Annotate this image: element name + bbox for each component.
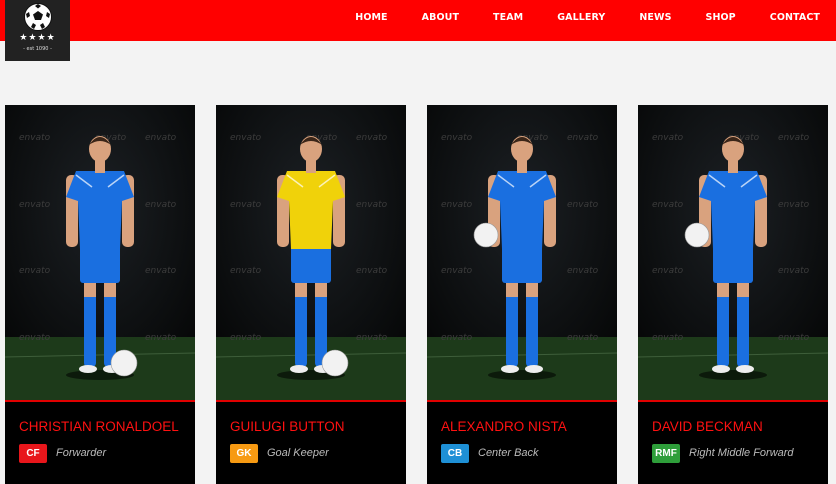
pitch-grass	[216, 337, 406, 401]
watermark-text: envato	[778, 266, 810, 276]
pitch-grass	[427, 337, 617, 401]
soccer-ball-icon	[684, 222, 710, 248]
watermark-text: envato	[230, 200, 262, 210]
player-leg-right	[526, 287, 538, 367]
position-badge: GK	[230, 444, 258, 463]
player-info: DAVID BECKMAN RMF Right Middle Forward	[638, 402, 828, 484]
player-name[interactable]: GUILUGI BUTTON	[230, 419, 345, 434]
player-info: ALEXANDRO NISTA CB Center Back	[427, 402, 617, 484]
player-shadow	[699, 370, 767, 380]
player-shorts	[80, 245, 120, 283]
watermark-text: envato	[441, 200, 473, 210]
position-badge: RMF	[652, 444, 680, 463]
player-position: Forwarder	[56, 447, 107, 459]
player-leg-left	[84, 287, 96, 367]
nav-gallery[interactable]: GALLERY	[557, 12, 605, 23]
player-boot-left	[290, 365, 308, 373]
soccer-ball-icon	[473, 222, 499, 248]
nav-about[interactable]: ABOUT	[422, 12, 459, 23]
position-badge: CF	[19, 444, 47, 463]
nav-news[interactable]: NEWS	[639, 12, 671, 23]
nav-shop[interactable]: SHOP	[706, 12, 736, 23]
watermark-text: envato	[19, 200, 51, 210]
player-name[interactable]: DAVID BECKMAN	[652, 419, 763, 434]
pitch-grass	[5, 337, 195, 401]
watermark-text: envato	[567, 333, 599, 343]
player-card[interactable]: envato envato envato envato envato envato enva…	[216, 105, 406, 484]
club-logo[interactable]: ★★★★ - est 1090 -	[5, 0, 70, 61]
watermark-text: envato	[19, 266, 51, 276]
player-boot-left	[79, 365, 97, 373]
main-menu: HOME ABOUT TEAM GALLERY NEWS SHOP CONTAC…	[355, 12, 820, 23]
soccer-ball-icon	[110, 349, 138, 377]
player-boot-right	[736, 365, 754, 373]
watermark-text: envato	[778, 333, 810, 343]
player-leg-left	[295, 287, 307, 367]
player-position: Right Middle Forward	[689, 447, 794, 459]
watermark-text: envato	[145, 333, 177, 343]
watermark-text: envato	[652, 200, 684, 210]
nav-home[interactable]: HOME	[355, 12, 387, 23]
player-photo: envato envato envato envato envato envato enva…	[638, 105, 828, 401]
watermark-text: envato	[356, 333, 388, 343]
player-name[interactable]: CHRISTIAN RONALDOEL	[19, 419, 179, 434]
watermark-text: envato	[145, 200, 177, 210]
watermark-text: envato	[778, 200, 810, 210]
player-position: Center Back	[478, 447, 539, 459]
nav-contact[interactable]: CONTACT	[770, 12, 820, 23]
watermark-text: envato	[356, 266, 388, 276]
player-leg-left	[717, 287, 729, 367]
watermark-text: envato	[652, 133, 684, 143]
player-leg-left	[506, 287, 518, 367]
player-info: GUILUGI BUTTON GK Goal Keeper	[216, 402, 406, 484]
soccer-ball-icon	[321, 349, 349, 377]
watermark-text: envato	[230, 133, 262, 143]
player-boot-right	[525, 365, 543, 373]
pitch-grass	[638, 337, 828, 401]
position-badge: CB	[441, 444, 469, 463]
player-photo: envato envato envato envato envato envato enva…	[216, 105, 406, 401]
watermark-text: envato	[356, 200, 388, 210]
player-position: Goal Keeper	[267, 447, 329, 459]
watermark-text: envato	[356, 133, 388, 143]
watermark-text: envato	[567, 133, 599, 143]
watermark-text: envato	[145, 266, 177, 276]
player-shadow	[488, 370, 556, 380]
watermark-text: envato	[441, 333, 473, 343]
watermark-text: envato	[145, 133, 177, 143]
player-boot-left	[501, 365, 519, 373]
watermark-text: envato	[652, 266, 684, 276]
player-name[interactable]: ALEXANDRO NISTA	[441, 419, 567, 434]
watermark-text: envato	[778, 133, 810, 143]
watermark-text: envato	[19, 333, 51, 343]
logo-established-text: - est 1090 -	[23, 46, 52, 52]
soccer-ball-icon	[23, 3, 52, 31]
logo-stars: ★★★★	[19, 32, 56, 42]
watermark-text: envato	[652, 333, 684, 343]
watermark-text: envato	[19, 133, 51, 143]
watermark-text: envato	[567, 266, 599, 276]
watermark-text: envato	[230, 333, 262, 343]
player-shorts	[502, 245, 542, 283]
player-info: CHRISTIAN RONALDOEL CF Forwarder	[5, 402, 195, 484]
player-shorts	[713, 245, 753, 283]
player-shorts	[291, 245, 331, 283]
player-card[interactable]: envato envato envato envato envato envato enva…	[5, 105, 195, 484]
player-photo: envato envato envato envato envato envato enva…	[427, 105, 617, 401]
watermark-text: envato	[441, 133, 473, 143]
player-card[interactable]: envato envato envato envato envato envato enva…	[427, 105, 617, 484]
player-card[interactable]: envato envato envato envato envato envato enva…	[638, 105, 828, 484]
nav-team[interactable]: TEAM	[493, 12, 523, 23]
player-leg-right	[737, 287, 749, 367]
player-photo: envato envato envato envato envato envato enva…	[5, 105, 195, 401]
watermark-text: envato	[441, 266, 473, 276]
watermark-text: envato	[230, 266, 262, 276]
player-boot-left	[712, 365, 730, 373]
watermark-text: envato	[567, 200, 599, 210]
